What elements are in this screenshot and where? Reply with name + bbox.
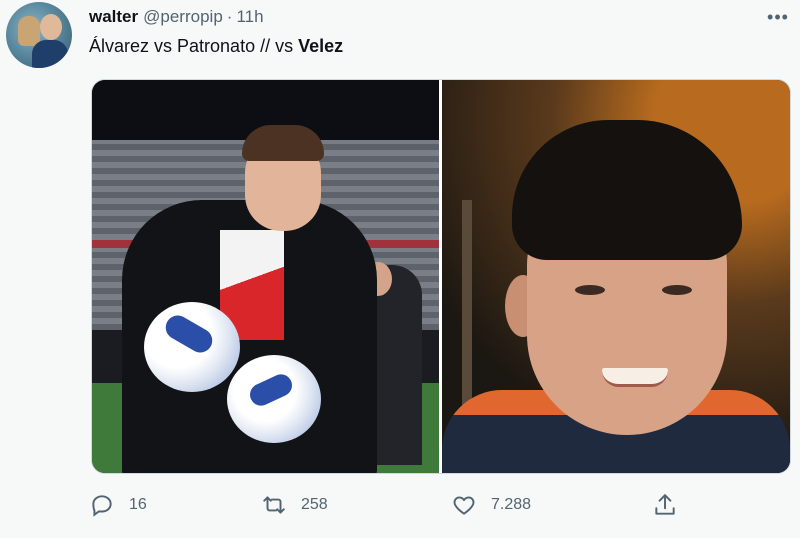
photo-ball xyxy=(227,355,321,443)
photo-player-hair xyxy=(242,125,324,161)
reply-icon xyxy=(92,495,112,517)
retweet-icon xyxy=(263,496,285,514)
photo-smile xyxy=(602,368,668,387)
separator-dot: · xyxy=(226,7,233,26)
avatar-shirt xyxy=(32,40,68,68)
timestamp[interactable]: 11h xyxy=(236,7,263,27)
reply-count: 16 xyxy=(129,496,147,513)
media-photo-left[interactable] xyxy=(92,80,439,473)
reply-button[interactable]: 16 xyxy=(89,488,147,522)
tweet-text-bold: Velez xyxy=(298,36,344,56)
like-icon xyxy=(453,496,475,515)
retweet-count: 258 xyxy=(301,496,328,513)
photo-ball xyxy=(144,302,240,392)
avatar-face xyxy=(40,14,62,40)
avatar-dog xyxy=(18,16,40,46)
share-button[interactable] xyxy=(652,488,678,522)
media-photo-right[interactable] xyxy=(442,80,790,473)
photo-eye xyxy=(662,285,692,295)
photo-eye xyxy=(575,285,605,295)
more-icon[interactable]: ••• xyxy=(766,6,790,28)
display-name[interactable]: walter xyxy=(89,7,138,27)
share-icon xyxy=(655,494,675,515)
tweet-actions: 16 258 7.288 xyxy=(89,488,699,522)
like-count: 7.288 xyxy=(491,496,532,513)
tweet-text: Álvarez vs Patronato // vs Velez xyxy=(89,36,343,57)
user-handle[interactable]: @perropip xyxy=(143,7,223,27)
avatar[interactable] xyxy=(6,2,72,68)
like-button[interactable]: 7.288 xyxy=(451,488,531,522)
retweet-button[interactable]: 258 xyxy=(261,488,328,522)
tweet-header: walter @perropip · 11h xyxy=(89,6,264,28)
tweet-text-main: Álvarez vs Patronato // vs xyxy=(89,36,299,56)
tweet-media[interactable] xyxy=(91,79,791,474)
